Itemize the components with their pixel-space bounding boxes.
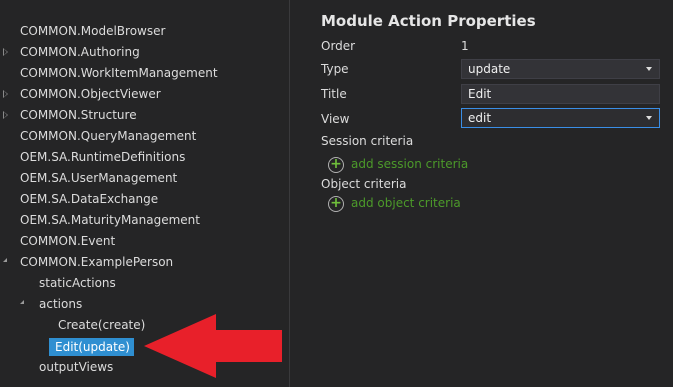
- object-criteria-label: Object criteria: [321, 177, 407, 191]
- tree-item-common-authoring[interactable]: COMMON.Authoring: [20, 43, 140, 61]
- tree-item-label: OEM.SA.MaturityManagement: [20, 213, 200, 227]
- add-session-criteria-link: add session criteria: [351, 157, 469, 171]
- tree-item-common-event[interactable]: COMMON.Event: [20, 232, 115, 250]
- tree-item-label: COMMON.ExamplePerson: [20, 255, 174, 269]
- tree-item-label: actions: [39, 297, 83, 311]
- expand-arrow-icon[interactable]: [3, 90, 8, 98]
- tree-item-outputviews[interactable]: outputViews: [39, 358, 113, 376]
- collapse-arrow-icon[interactable]: [3, 258, 7, 262]
- session-criteria-label: Session criteria: [321, 134, 414, 148]
- tree-item-common-querymanagement[interactable]: COMMON.QueryManagement: [20, 127, 196, 145]
- tree-item-common-workitemmanagement[interactable]: COMMON.WorkItemManagement: [20, 64, 218, 82]
- add-circle-icon: +: [328, 196, 344, 212]
- tree-item-label: Create(create): [58, 318, 146, 332]
- type-dropdown[interactable]: update: [461, 59, 660, 79]
- tree-item-actions[interactable]: actions: [39, 295, 82, 313]
- title-input[interactable]: Edit: [461, 84, 660, 104]
- add-session-criteria-button[interactable]: + add session criteria: [328, 156, 498, 174]
- tree-item-label: Edit(update): [55, 340, 130, 354]
- tree-item-label: COMMON.WorkItemManagement: [20, 66, 218, 80]
- properties-title: Module Action Properties: [321, 12, 536, 30]
- view-dropdown[interactable]: edit: [461, 108, 660, 128]
- tree-item-oem-maturitymanagement[interactable]: OEM.SA.MaturityManagement: [20, 211, 200, 229]
- type-dropdown-value: update: [468, 62, 511, 76]
- add-object-criteria-button[interactable]: + add object criteria: [328, 195, 498, 213]
- red-arrow-annotation: [144, 314, 282, 378]
- tree-item-label: outputViews: [39, 360, 114, 374]
- tree-item-label: OEM.SA.UserManagement: [20, 171, 178, 185]
- tree-item-label: OEM.SA.RuntimeDefinitions: [20, 150, 186, 164]
- expand-arrow-icon[interactable]: [3, 111, 8, 119]
- title-label: Title: [321, 87, 347, 101]
- tree-item-label: COMMON.ModelBrowser: [20, 24, 166, 38]
- arrow-shape: [144, 314, 282, 378]
- title-input-value: Edit: [468, 87, 492, 101]
- expand-arrow-icon[interactable]: [3, 48, 8, 56]
- collapse-arrow-icon[interactable]: [20, 300, 24, 304]
- tree-item-partial: [58, 378, 78, 387]
- tree-item-common-exampleperson[interactable]: COMMON.ExamplePerson: [20, 253, 173, 271]
- tree-item-label: COMMON.Structure: [20, 108, 137, 122]
- order-label: Order: [321, 39, 356, 53]
- tree-item-common-structure[interactable]: COMMON.Structure: [20, 106, 137, 124]
- chevron-down-icon: [646, 67, 652, 71]
- type-label: Type: [321, 62, 349, 76]
- tree-item-oem-runtimedefinitions[interactable]: OEM.SA.RuntimeDefinitions: [20, 148, 185, 166]
- tree-item-label: COMMON.Authoring: [20, 45, 140, 59]
- tree-item-oem-dataexchange[interactable]: OEM.SA.DataExchange: [20, 190, 158, 208]
- view-label: View: [321, 112, 350, 126]
- properties-panel: Module Action Properties Order 1 Type up…: [290, 0, 673, 387]
- tree-item-label: COMMON.QueryManagement: [20, 129, 197, 143]
- tree-item-label: OEM.SA.DataExchange: [20, 192, 159, 206]
- tree-item-staticactions[interactable]: staticActions: [39, 274, 116, 292]
- tree-item-common-modelbrowser[interactable]: COMMON.ModelBrowser: [20, 22, 165, 40]
- tree-item-label: COMMON.ObjectViewer: [20, 87, 161, 101]
- tree-item-common-objectviewer[interactable]: COMMON.ObjectViewer: [20, 85, 161, 103]
- view-dropdown-value: edit: [468, 111, 492, 125]
- tree-item-label: COMMON.Event: [20, 234, 116, 248]
- tree-item-oem-usermanagement[interactable]: OEM.SA.UserManagement: [20, 169, 177, 187]
- tree-item-edit-action[interactable]: Edit(update): [49, 338, 134, 356]
- add-object-criteria-link: add object criteria: [351, 196, 461, 210]
- tree-item-label: staticActions: [39, 276, 116, 290]
- tree-item-create-action[interactable]: Create(create): [58, 316, 145, 334]
- chevron-down-icon: [646, 116, 652, 120]
- order-value: 1: [461, 39, 469, 53]
- add-circle-icon: +: [328, 157, 344, 173]
